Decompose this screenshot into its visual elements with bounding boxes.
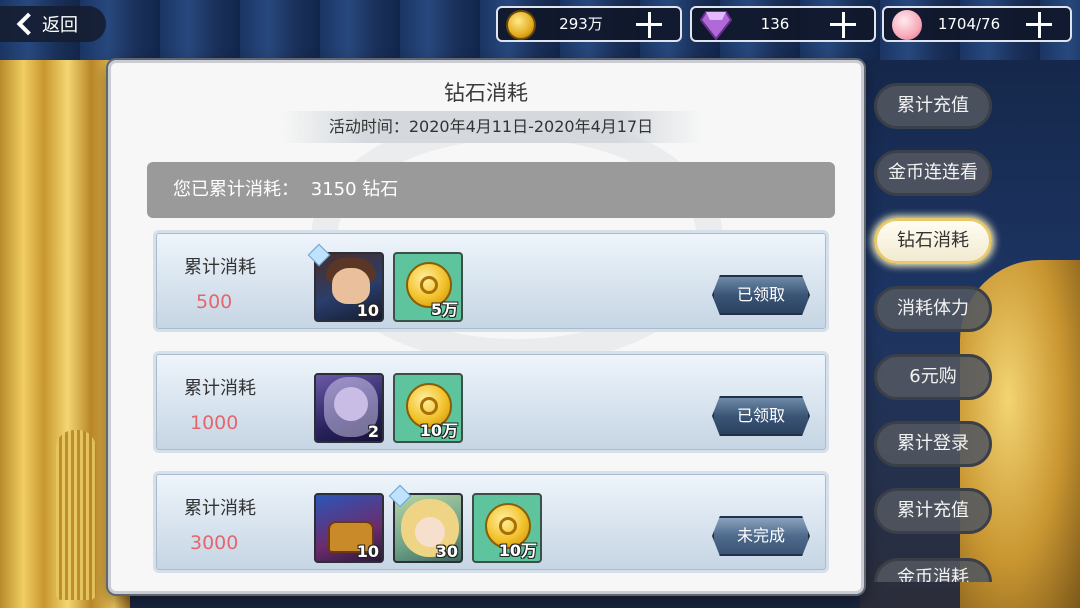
reward-count: 5万 xyxy=(430,300,458,319)
stamina-resource: 1704/76 xyxy=(882,6,1072,42)
chevron-left-icon xyxy=(16,12,40,36)
reward-row: 累计消耗 1000 2 10万 已领取 xyxy=(153,351,829,453)
gold-resource: 293万 xyxy=(496,6,682,42)
row-label: 累计消耗 xyxy=(184,498,256,519)
tab-cumulative-recharge[interactable]: 累计充值 xyxy=(874,83,992,129)
row-amount: 1000 xyxy=(190,412,239,434)
curtain-tassel xyxy=(56,430,96,600)
tab-stamina-consumption[interactable]: 消耗体力 xyxy=(874,286,992,332)
event-time: 活动时间：2020年4月11日-2020年4月17日 xyxy=(328,117,654,136)
reward-count: 10 xyxy=(356,542,379,561)
row-amount: 500 xyxy=(196,291,233,313)
consumption-summary: 您已累计消耗： 3150 钻石 xyxy=(147,162,835,218)
tab-cumulative-recharge-2[interactable]: 累计充值 xyxy=(874,488,992,534)
add-diamond-plus-icon[interactable] xyxy=(830,12,856,38)
reward-count: 2 xyxy=(367,422,379,441)
diamond-resource: 136 xyxy=(690,6,876,42)
gold-coin-icon[interactable]: 5万 xyxy=(393,252,463,322)
tab-six-yuan-purchase[interactable]: 6元购 xyxy=(874,354,992,400)
treasure-chest-icon[interactable]: 10 xyxy=(314,493,384,563)
panel-title: 钻石消耗 xyxy=(444,81,528,105)
tab-cumulative-login[interactable]: 累计登录 xyxy=(874,421,992,467)
reward-count: 10万 xyxy=(498,541,537,560)
row-label: 累计消耗 xyxy=(184,257,256,278)
tab-gold-match[interactable]: 金币连连看 xyxy=(874,150,992,196)
event-panel: 钻石消耗 活动时间：2020年4月11日-2020年4月17日 您已累计消耗： … xyxy=(108,60,864,594)
gold-value: 293万 xyxy=(559,15,603,33)
gold-coin-icon xyxy=(506,10,536,40)
stamina-value: 1704/76 xyxy=(937,15,1001,33)
peach-stamina-icon xyxy=(892,10,922,40)
claimed-button[interactable]: 已领取 xyxy=(712,275,810,315)
summary-label: 您已累计消耗： xyxy=(173,179,299,200)
reward-row: 累计消耗 500 10 5万 已领取 xyxy=(153,230,829,332)
tab-diamond-consumption[interactable]: 钻石消耗 xyxy=(874,218,992,264)
hero-portrait-icon[interactable]: 10 xyxy=(314,252,384,322)
event-time-strip: 活动时间：2020年4月11日-2020年4月17日 xyxy=(281,111,701,143)
portrait-face xyxy=(334,387,368,421)
row-label: 累计消耗 xyxy=(184,378,256,399)
reward-row: 累计消耗 3000 10 30 10万 未完成 xyxy=(153,471,829,573)
reward-count: 30 xyxy=(435,542,458,561)
reward-count: 10万 xyxy=(419,421,458,440)
claimed-button[interactable]: 已领取 xyxy=(712,396,810,436)
incomplete-button[interactable]: 未完成 xyxy=(712,516,810,556)
gold-coin-icon[interactable]: 10万 xyxy=(472,493,542,563)
add-stamina-plus-icon[interactable] xyxy=(1026,12,1052,38)
diamond-value: 136 xyxy=(760,15,790,33)
diamond-icon xyxy=(699,10,733,41)
back-button[interactable]: 返回 xyxy=(0,6,106,42)
row-amount: 3000 xyxy=(190,532,239,554)
portrait-face xyxy=(332,268,370,304)
reward-count: 10 xyxy=(356,301,379,320)
gold-coin-icon[interactable]: 10万 xyxy=(393,373,463,443)
hero-portrait-icon[interactable]: 2 xyxy=(314,373,384,443)
summary-value: 3150 钻石 xyxy=(310,179,399,200)
tab-gold-consumption[interactable]: 金币消耗 xyxy=(874,558,992,582)
add-gold-plus-icon[interactable] xyxy=(636,12,662,38)
back-label: 返回 xyxy=(42,15,78,36)
